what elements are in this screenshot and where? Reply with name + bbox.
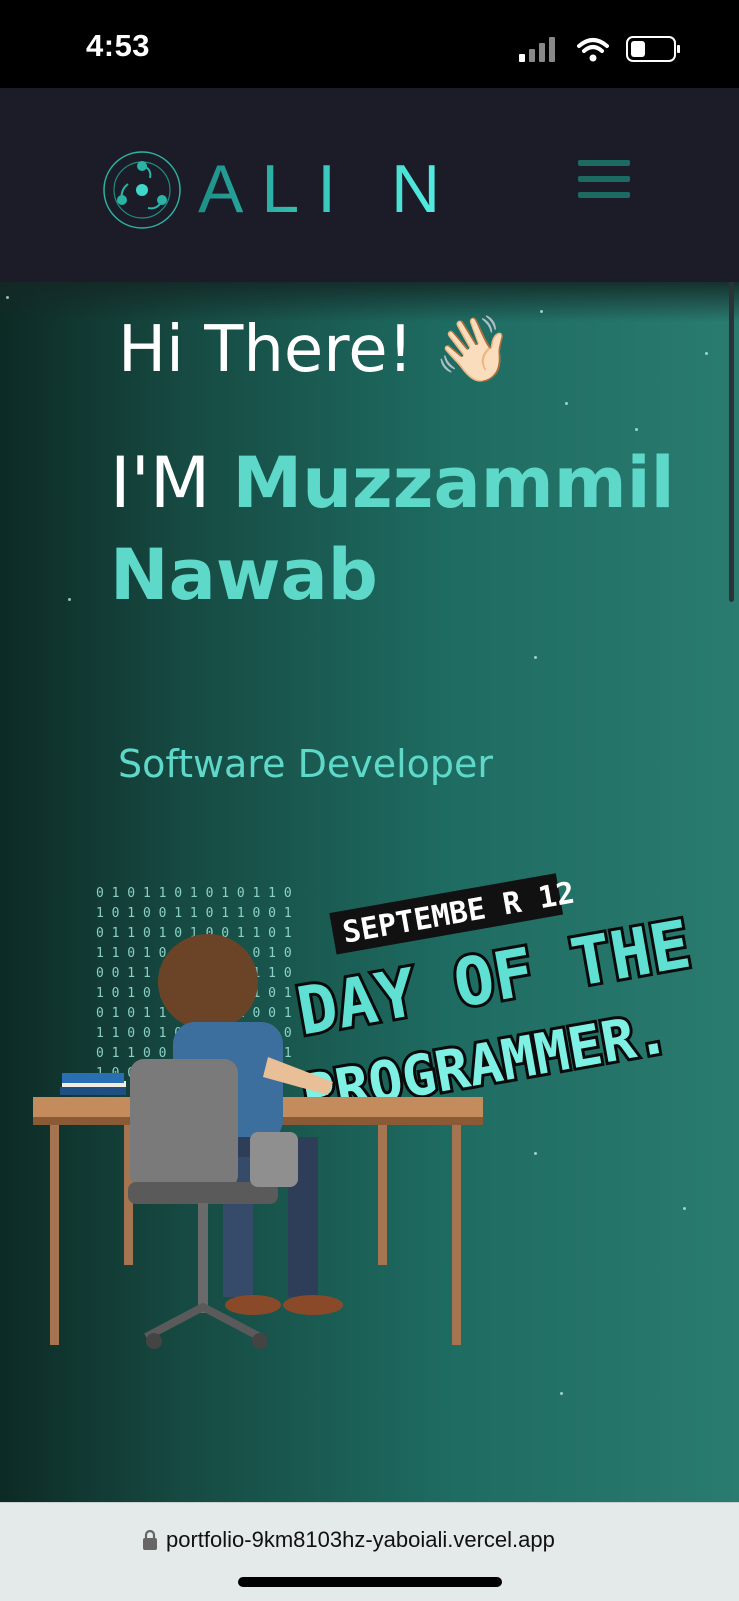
status-time: 4:53 (86, 28, 151, 63)
lock-icon (143, 1529, 157, 1550)
svg-text:1 0 1 0 0 1 1 0 1 1 0 0 1: 1 0 1 0 0 1 1 0 1 1 0 0 1 (96, 906, 292, 921)
star-dot (565, 402, 568, 405)
navbar: ALI N (0, 88, 739, 282)
star-dot (540, 310, 543, 313)
battery-icon (626, 36, 680, 62)
hamburger-icon (578, 160, 630, 166)
logo-text: ALI N (198, 151, 459, 227)
status-bar: 4:53 (0, 0, 739, 88)
status-icons (519, 36, 680, 62)
svg-text:0 1 0 1 1 0 1 0 1 0 1 1 0: 0 1 0 1 1 0 1 0 1 0 1 1 0 (96, 886, 292, 901)
star-dot (6, 296, 9, 299)
star-dot (560, 1392, 563, 1395)
browser-url-bar[interactable]: portfolio-9km8103hz-yaboiali.vercel.app (0, 1502, 739, 1601)
logo-emblem-icon (103, 151, 181, 229)
greeting-heading: Hi There! 👋🏻 (118, 312, 513, 387)
star-dot (635, 428, 638, 431)
signal-icon (519, 37, 555, 62)
wifi-icon (577, 38, 609, 62)
home-indicator[interactable] (238, 1577, 502, 1587)
programmer-illustration: 0 1 0 1 1 0 1 0 1 0 1 1 0 1 0 1 0 0 1 1 … (33, 873, 699, 1349)
name-heading: I'M Muzzammil Nawab (110, 437, 730, 621)
name-prefix: I'M (110, 442, 233, 524)
day-of-programmer-banner: SEPTEMBE R 12 DAY OF THE PROGRAMMER. (288, 873, 699, 1132)
name-first: Muzzammil (232, 442, 675, 524)
hamburger-menu-button[interactable] (578, 160, 630, 204)
greeting-text: Hi There! (118, 313, 414, 387)
hero-section: Hi There! 👋🏻 I'M Muzzammil Nawab Softwar… (0, 282, 739, 1502)
star-dot (68, 598, 71, 601)
wave-emoji: 👋🏻 (433, 313, 514, 387)
books (60, 1073, 126, 1095)
star-dot (534, 656, 537, 659)
url-text[interactable]: portfolio-9km8103hz-yaboiali.vercel.app (166, 1527, 555, 1553)
role-text: Software Developer (118, 742, 494, 786)
star-dot (705, 352, 708, 355)
name-last: Nawab (110, 534, 378, 616)
site-logo[interactable]: ALI N (100, 148, 440, 232)
